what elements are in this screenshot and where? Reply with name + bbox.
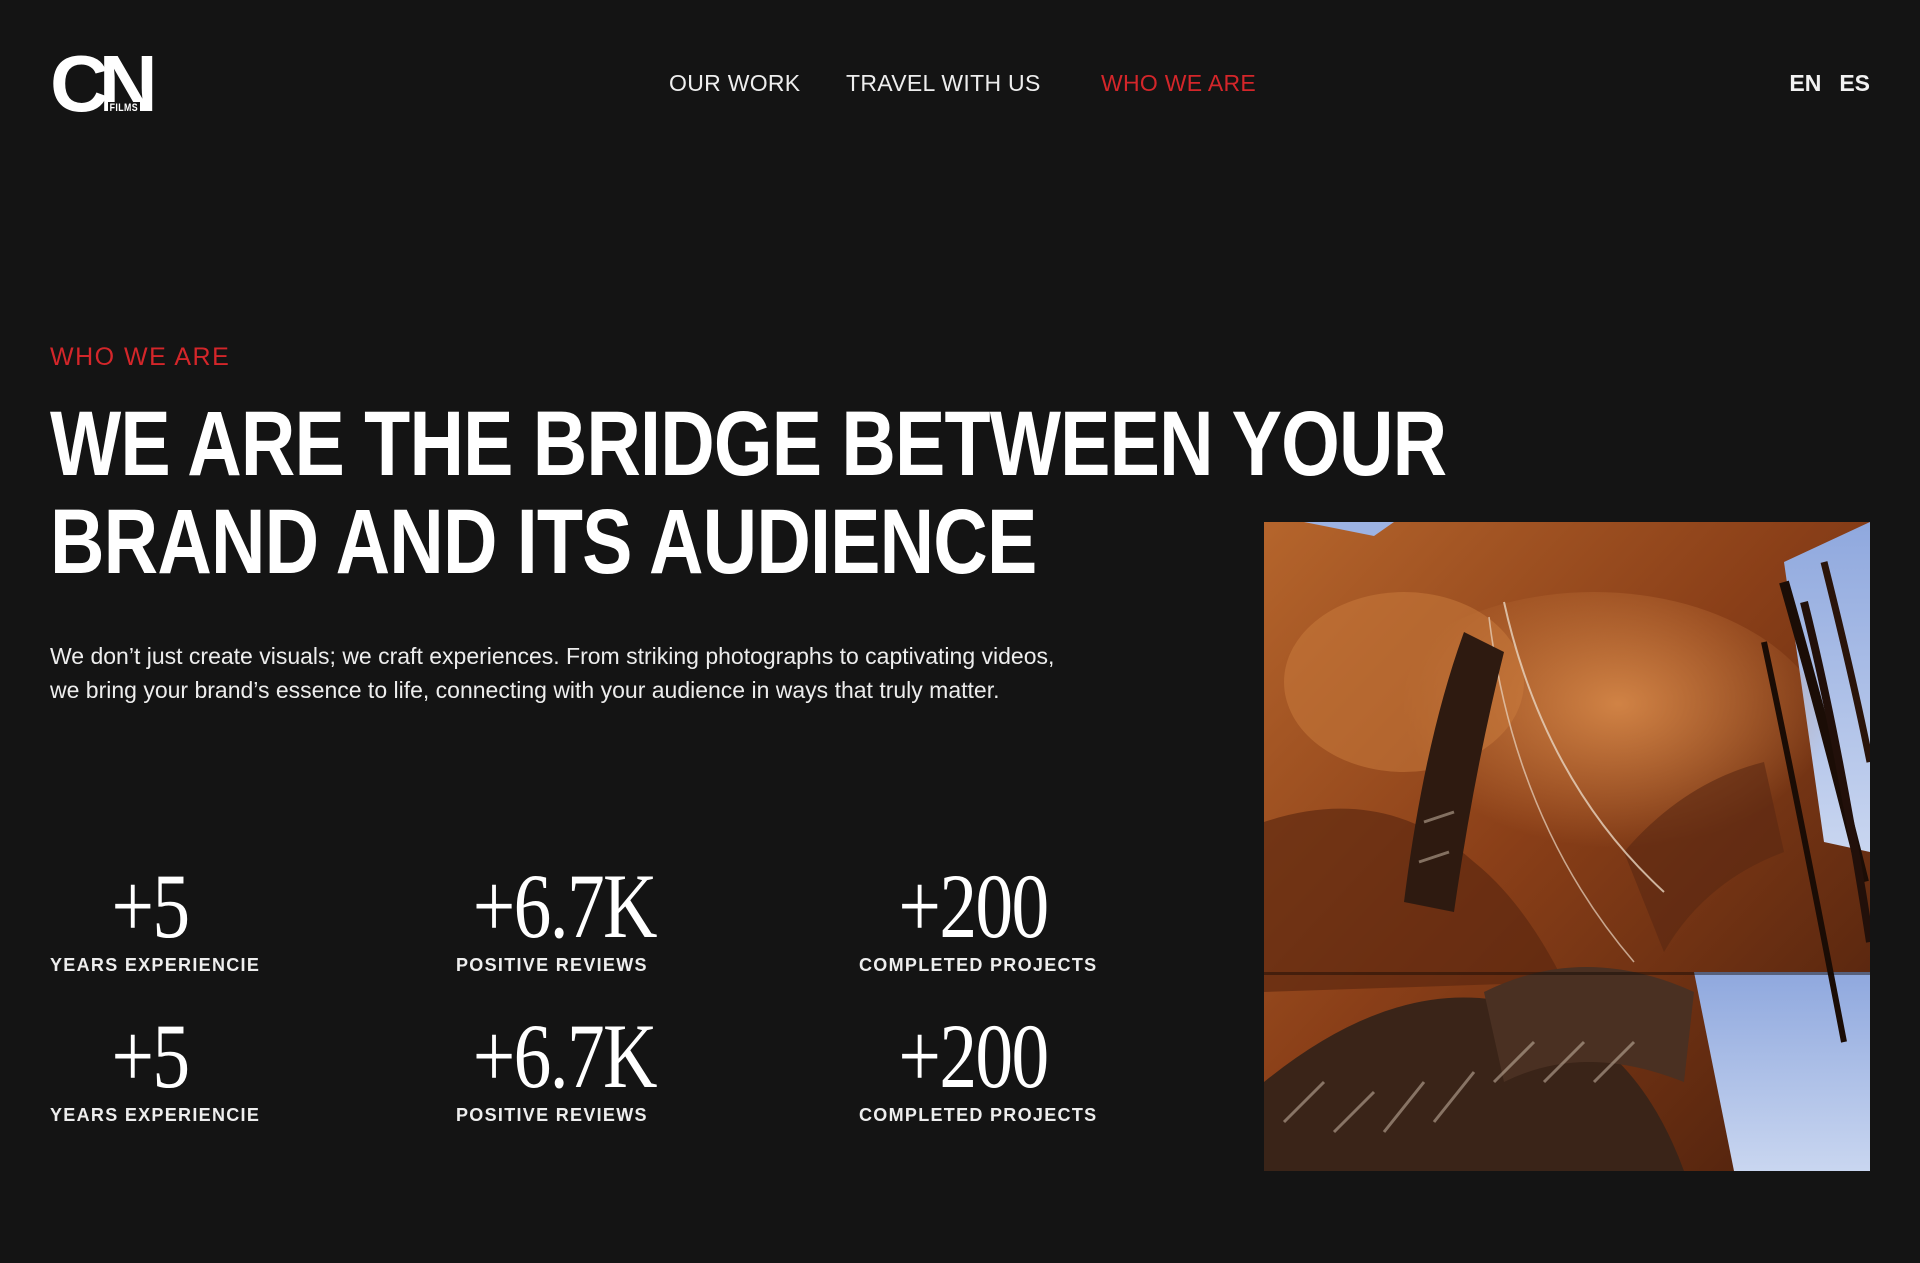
stat-value: +6.7K: [472, 855, 658, 957]
section-eyebrow: WHO WE ARE: [50, 343, 231, 371]
nav-who-we-are[interactable]: WHO WE ARE: [1101, 70, 1256, 97]
stat-item: +200 COMPLETED PROJECTS: [859, 855, 1098, 976]
page: CN FILMS OUR WORK TRAVEL WITH US WHO WE …: [0, 0, 1920, 1263]
hero-photo: [1264, 522, 1870, 1171]
stat-label: COMPLETED PROJECTS: [859, 1105, 1098, 1125]
stat-label: POSITIVE REVIEWS: [456, 1105, 648, 1125]
main-nav: OUR WORK TRAVEL WITH US WHO WE ARE: [0, 70, 1920, 100]
stat-item: +5 YEARS EXPERIENCIE: [50, 1005, 261, 1126]
page-headline: WE ARE THE BRIDGE BETWEEN YOUR BRAND AND…: [50, 393, 1447, 593]
logo-subtitle: FILMS: [108, 102, 140, 114]
stat-item: +6.7K POSITIVE REVIEWS: [456, 855, 658, 976]
nav-our-work[interactable]: OUR WORK: [669, 70, 800, 97]
stat-value: +200: [898, 1005, 1049, 1107]
language-switcher: EN ES: [1789, 70, 1870, 97]
headline-line-2: BRAND AND ITS AUDIENCE: [50, 491, 1037, 593]
lang-en[interactable]: EN: [1789, 70, 1821, 97]
stat-item: +6.7K POSITIVE REVIEWS: [456, 1005, 658, 1126]
stat-label: YEARS EXPERIENCIE: [50, 1105, 261, 1125]
intro-paragraph: We don’t just create visuals; we craft e…: [50, 643, 1055, 703]
lang-es[interactable]: ES: [1839, 70, 1870, 97]
stat-value: +6.7K: [472, 1005, 658, 1107]
hero-photo-graphic: [1264, 522, 1870, 1171]
stat-item: +5 YEARS EXPERIENCIE: [50, 855, 261, 976]
nav-travel-with-us[interactable]: TRAVEL WITH US: [846, 70, 1041, 97]
stat-item: +200 COMPLETED PROJECTS: [859, 1005, 1098, 1126]
stat-value: +5: [111, 1005, 190, 1107]
stat-label: YEARS EXPERIENCIE: [50, 955, 261, 975]
stat-label: POSITIVE REVIEWS: [456, 955, 648, 975]
stat-value: +200: [898, 855, 1049, 957]
stat-label: COMPLETED PROJECTS: [859, 955, 1098, 975]
headline-line-1: WE ARE THE BRIDGE BETWEEN YOUR: [50, 393, 1447, 495]
stat-value: +5: [111, 855, 190, 957]
